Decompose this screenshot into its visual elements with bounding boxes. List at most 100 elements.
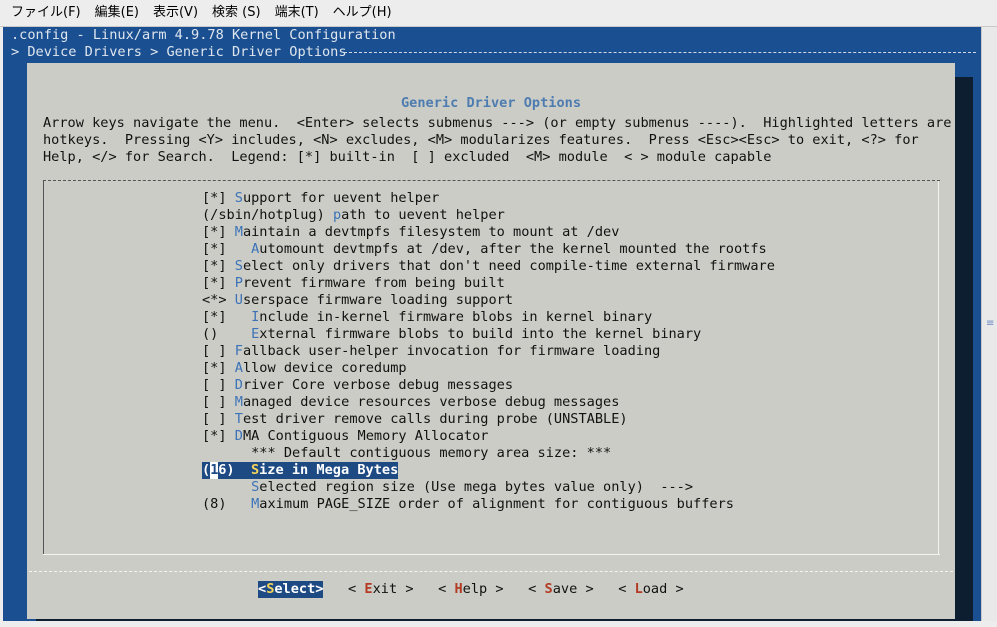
menu-item[interactable]: <*> Userspace firmware loading support [202, 292, 775, 309]
button-label: elp > [462, 581, 504, 597]
button-hotkey: H [454, 581, 463, 597]
item-hotkey: P [234, 275, 243, 291]
menu-item-1[interactable]: 編集(E) [88, 0, 146, 26]
terminal[interactable]: .config - Linux/arm 4.9.78 Kernel Config… [3, 27, 981, 621]
button-gap [323, 581, 348, 597]
menu-item[interactable]: Selected region size (Use mega bytes val… [202, 479, 775, 496]
button-hotkey: L [634, 581, 643, 597]
menu-row-wrap: (/sbin/hotplug) path to uevent helper [202, 207, 775, 224]
menu-row-wrap: [ ] Test driver remove calls during prob… [202, 411, 775, 428]
menuconfig-dialog: Generic Driver Options Arrow keys naviga… [27, 63, 955, 619]
menu-item[interactable]: [*] Prevent firmware from being built [202, 275, 775, 292]
item-label: anaged device resources verbose debug me… [242, 394, 620, 410]
button-help[interactable]: < Help > [438, 581, 503, 598]
item-label: xternal firmware blobs to build into the… [259, 326, 702, 342]
menu-item[interactable]: [ ] Fallback user-helper invocation for … [202, 343, 775, 360]
menu-row-wrap: [*] Select only drivers that don't need … [202, 258, 775, 275]
menu-item[interactable]: [*] Allow device coredump [202, 360, 775, 377]
button-exit[interactable]: < Exit > [348, 581, 413, 598]
menu-item-3[interactable]: 検索 (S) [205, 0, 268, 26]
button-select[interactable]: <Select> [258, 581, 324, 598]
button-save[interactable]: < Save > [528, 581, 593, 598]
menu-item-2[interactable]: 表示(V) [146, 0, 205, 26]
button-gap [504, 581, 529, 597]
menu-item[interactable]: [ ] Driver Core verbose debug messages [202, 377, 775, 394]
button-gap [594, 581, 619, 597]
button-bracket: < [348, 581, 365, 597]
item-label: upport for uevent helper [242, 190, 440, 206]
item-label: elected region size (Use mega bytes valu… [259, 479, 694, 495]
item-label: *** Default contiguous memory area size:… [251, 445, 612, 461]
button-separator [29, 571, 953, 572]
item-prefix: ( [202, 462, 211, 478]
menu-item[interactable]: [*] Maintain a devtmpfs filesystem to mo… [202, 224, 775, 241]
menu-row-wrap: [*] Automount devtmpfs at /dev, after th… [202, 241, 775, 258]
item-prefix [202, 445, 251, 461]
button-hotkey: S [544, 581, 553, 597]
item-prefix: [ ] [202, 411, 235, 427]
menu-row-wrap: [*] Allow device coredump [202, 360, 775, 377]
item-hotkey: D [234, 377, 243, 393]
menu-item[interactable]: [*] Support for uevent helper [202, 190, 775, 207]
text-cursor: 1 [210, 462, 219, 479]
menu-item[interactable]: (16) Size in Mega Bytes [202, 462, 399, 479]
item-prefix: [*] [202, 309, 252, 325]
item-label: nclude in-kernel firmware blobs in kerne… [259, 309, 653, 325]
item-label: MA Contiguous Memory Allocator [242, 428, 489, 444]
button-bracket: < [528, 581, 545, 597]
item-label: revent firmware from being built [242, 275, 505, 291]
item-label: llow device coredump [242, 360, 407, 376]
item-hotkey: M [234, 224, 243, 240]
item-prefix: [*] [202, 190, 235, 206]
button-label: oad > [642, 581, 684, 597]
item-hotkey: F [234, 343, 243, 359]
button-bracket: < [618, 581, 635, 597]
item-hotkey: A [234, 360, 243, 376]
menu-item[interactable]: [ ] Test driver remove calls during prob… [202, 411, 775, 428]
item-hotkey: S [250, 462, 260, 478]
item-label: river Core verbose debug messages [242, 377, 514, 393]
menu-item[interactable]: [*] DMA Contiguous Memory Allocator [202, 428, 775, 445]
config-title: .config - Linux/arm 4.9.78 Kernel Config… [11, 27, 396, 43]
menu-row-wrap: Selected region size (Use mega bytes val… [202, 479, 775, 496]
item-label: ath to uevent helper [341, 207, 505, 223]
menu-item-5[interactable]: ヘルプ(H) [326, 0, 399, 26]
dialog-shadow-right [955, 77, 973, 621]
item-prefix [202, 479, 251, 495]
menu-row-wrap: [*] Support for uevent helper [202, 190, 775, 207]
button-bracket: < [438, 581, 455, 597]
scrollbar[interactable]: ≡ [981, 27, 997, 621]
menu-item[interactable]: () External firmware blobs to build into… [202, 326, 775, 343]
list-border-right [938, 181, 939, 555]
dialog-title: Generic Driver Options [27, 95, 955, 112]
menu-item[interactable]: *** Default contiguous memory area size:… [202, 445, 775, 462]
help-text: Arrow keys navigate the menu. <Enter> se… [43, 115, 951, 166]
menu-item[interactable]: (/sbin/hotplug) path to uevent helper [202, 207, 775, 224]
item-prefix: 6) [218, 462, 251, 478]
scrollbar-grip-icon[interactable]: ≡ [986, 319, 994, 329]
menu-item[interactable]: [*] Automount devtmpfs at /dev, after th… [202, 241, 775, 258]
menu-item-4[interactable]: 端末(T) [268, 0, 326, 26]
menu-row-wrap: [*] Prevent firmware from being built [202, 275, 775, 292]
button-row: <Select> < Exit > < Help > < Save > < Lo… [258, 581, 684, 598]
item-hotkey: T [234, 411, 243, 427]
item-prefix: [*] [202, 258, 235, 274]
menu-item[interactable]: [*] Include in-kernel firmware blobs in … [202, 309, 775, 326]
item-label: elect only drivers that don't need compi… [242, 258, 775, 274]
item-label: utomount devtmpfs at /dev, after the ker… [259, 241, 767, 257]
button-label: elect> [274, 581, 324, 597]
button-load[interactable]: < Load > [618, 581, 683, 598]
menu-item[interactable]: [ ] Managed device resources verbose deb… [202, 394, 775, 411]
help-line: Help, </> for Search. Legend: [*] built-… [43, 149, 772, 165]
item-label: est driver remove calls during probe (UN… [242, 411, 628, 427]
menu-row-wrap: (8) Maximum PAGE_SIZE order of alignment… [202, 496, 775, 513]
item-label: allback user-helper invocation for firmw… [242, 343, 661, 359]
menu-item[interactable]: (8) Maximum PAGE_SIZE order of alignment… [202, 496, 775, 513]
menu-item-0[interactable]: ファイル(F) [4, 0, 88, 26]
menu-row-wrap: [ ] Fallback user-helper invocation for … [202, 343, 775, 360]
dialog-title-text: Generic Driver Options [396, 95, 586, 111]
item-prefix: [*] [202, 224, 235, 240]
menu-row-wrap: [*] Include in-kernel firmware blobs in … [202, 309, 775, 326]
menu-item[interactable]: [*] Select only drivers that don't need … [202, 258, 775, 275]
button-gap [414, 581, 439, 597]
